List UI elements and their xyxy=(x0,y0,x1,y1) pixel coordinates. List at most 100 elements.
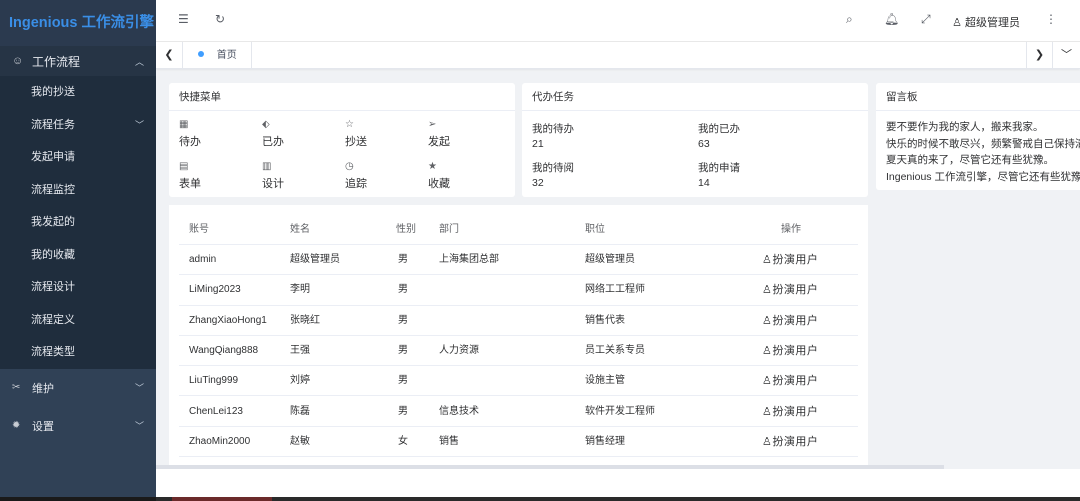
message-line: Ingenious 工作流引擎，尽管它还有些犹豫。 xyxy=(886,170,1080,183)
active-dot-icon xyxy=(198,51,204,58)
quick-menu-card: 快捷菜单 ▦ 待办 ⬖ 已办 ☆ 抄送 ➢ 发起 ▤ 表单 ▥ 设计 ◷ 追踪 xyxy=(169,83,515,197)
quick-item-label: 追踪 xyxy=(345,178,367,190)
menu-workflow[interactable]: ☺ 工作流程 ︿ xyxy=(0,46,156,76)
design-icon: ▥ xyxy=(262,161,272,172)
impersonate-user-button[interactable]: ♙扮演用户 xyxy=(762,306,818,336)
bell-icon[interactable]: 🔔︎ xyxy=(884,12,899,26)
cell-gender: 女 xyxy=(398,435,408,447)
quick-item-track[interactable]: ◷ 追踪 xyxy=(345,161,405,191)
message-board-card: 留言板 要不要作为我的家人，搬来我家。 快乐的时候不敢尽兴，频繁警戒自己保持清醒… xyxy=(876,83,1080,190)
user-icon: ♙ xyxy=(762,344,773,357)
cell-gender: 男 xyxy=(398,314,408,326)
sidebar-item-my-cc[interactable]: 我的抄送 xyxy=(0,76,156,109)
cell-gender: 男 xyxy=(398,254,408,265)
table-row: WangQiang888 王强 男 人力资源 员工关系专员 ♙扮演用户 xyxy=(179,336,858,367)
table-row: ChenLei123 陈磊 男 信息技术 软件开发工程师 ♙扮演用户 xyxy=(179,397,858,427)
table-row: ZhangXiaoHong1 张晓红 男 销售代表 ♙扮演用户 xyxy=(179,306,858,336)
star-outline-icon: ☆ xyxy=(345,119,354,130)
workflow-submenu: 我的抄送 流程任务 ﹀ 发起申请 流程监控 我发起的 我的收藏 流程设计 流程定… xyxy=(0,76,156,369)
scissors-icon: ✂ xyxy=(12,382,21,393)
smile-icon: ☺ xyxy=(12,55,24,67)
impersonate-user-button[interactable]: ♙扮演用户 xyxy=(762,336,818,366)
impersonate-user-label: 扮演用户 xyxy=(772,344,819,357)
impersonate-user-label: 扮演用户 xyxy=(772,375,819,388)
tags-scroll-left-button[interactable]: ❮ xyxy=(156,42,183,69)
top-header: ☰ ↻ ⌕ 🔔︎ ⤢ ♙ 超级管理员 ⋮ xyxy=(156,0,1080,42)
stat-my-done-label[interactable]: 我的已办 xyxy=(698,121,740,136)
impersonate-user-button[interactable]: ♙扮演用户 xyxy=(762,397,818,427)
search-icon[interactable]: ⌕ xyxy=(846,12,853,27)
quick-item-form[interactable]: ▤ 表单 xyxy=(179,161,239,191)
tags-bar: ❮ 首页 ❯ ﹀ xyxy=(156,42,1080,69)
menu-settings-label: 设置 xyxy=(32,420,54,433)
chevron-down-icon: ﹀ xyxy=(134,383,144,393)
tag-icon: ⬖ xyxy=(262,119,270,130)
user-icon: ♙ xyxy=(762,254,773,266)
todo-title: 代办任务 xyxy=(522,83,868,111)
quick-item-done[interactable]: ⬖ 已办 xyxy=(262,119,322,149)
user-menu[interactable]: ♙ 超级管理员 xyxy=(952,14,1020,30)
star-filled-icon: ★ xyxy=(428,161,437,172)
impersonate-user-button[interactable]: ♙扮演用户 xyxy=(762,427,818,457)
cell-name: 李明 xyxy=(290,284,310,296)
bottom-edge-accent xyxy=(172,497,272,501)
cell-position: 超级管理员 xyxy=(585,254,635,265)
quick-item-start[interactable]: ➢ 发起 xyxy=(428,119,488,149)
menu-maintain[interactable]: ✂ 维护 ﹀ xyxy=(0,369,156,407)
stat-my-read-value: 32 xyxy=(532,177,544,189)
sidebar-item-my-favorites[interactable]: 我的收藏 xyxy=(0,239,156,272)
message-line: 夏天真的来了，尽管它还有些犹豫。 xyxy=(886,154,1054,166)
cell-gender: 男 xyxy=(398,344,408,356)
quick-item-design[interactable]: ▥ 设计 xyxy=(262,161,322,191)
more-vertical-icon[interactable]: ⋮ xyxy=(1045,12,1057,26)
sidebar-item-my-initiated[interactable]: 我发起的 xyxy=(0,206,156,239)
impersonate-user-label: 扮演用户 xyxy=(772,405,819,418)
sidebar-item-start-request[interactable]: 发起申请 xyxy=(0,141,156,174)
impersonate-user-button[interactable]: ♙扮演用户 xyxy=(762,245,818,275)
stat-my-todo-label[interactable]: 我的待办 xyxy=(532,121,574,136)
chevron-down-icon: ﹀ xyxy=(134,421,144,431)
tags-scroll-right-button[interactable]: ❯ xyxy=(1026,42,1053,69)
sidebar-item-process-tasks[interactable]: 流程任务 ﹀ xyxy=(0,109,156,142)
quick-item-cc[interactable]: ☆ 抄送 xyxy=(345,119,405,149)
fullscreen-icon[interactable]: ⤢ xyxy=(921,12,931,27)
quick-item-todo[interactable]: ▦ 待办 xyxy=(179,119,239,149)
refresh-icon[interactable]: ↻ xyxy=(215,12,225,26)
form-icon: ▤ xyxy=(179,161,189,172)
cell-dept: 上海集团总部 xyxy=(439,254,499,265)
cell-account: ZhaoMin2000 xyxy=(189,435,251,447)
menu-fold-icon[interactable]: ☰ xyxy=(178,12,189,26)
cell-name: 赵敏 xyxy=(290,435,310,447)
sidebar: Ingenious 工作流引擎 ☺ 工作流程 ︿ 我的抄送 流程任务 ﹀ 发起申… xyxy=(0,0,156,501)
message-board-title: 留言板 xyxy=(876,83,1080,111)
cell-account: LiuTing999 xyxy=(189,375,239,387)
tag-home-label: 首页 xyxy=(216,50,237,61)
stat-my-apply-label[interactable]: 我的申请 xyxy=(698,160,740,175)
user-icon: ♙ xyxy=(952,17,962,29)
menu-workflow-label: 工作流程 xyxy=(32,54,81,69)
sidebar-item-process-definition[interactable]: 流程定义 xyxy=(0,304,156,337)
cell-name: 刘婷 xyxy=(290,375,310,387)
sidebar-item-process-type[interactable]: 流程类型 xyxy=(0,336,156,369)
gear-icon: ✹ xyxy=(12,420,21,431)
tags-dropdown-button[interactable]: ﹀ xyxy=(1053,42,1080,69)
sidebar-bottom-edge xyxy=(0,497,156,501)
cell-name: 陈磊 xyxy=(290,405,310,417)
cell-gender: 男 xyxy=(398,284,408,296)
user-icon: ♙ xyxy=(762,284,773,297)
col-position: 职位 xyxy=(585,224,605,235)
impersonate-user-button[interactable]: ♙扮演用户 xyxy=(762,366,818,396)
sidebar-item-process-design[interactable]: 流程设计 xyxy=(0,271,156,304)
quick-item-label: 表单 xyxy=(179,178,201,190)
menu-settings[interactable]: ✹ 设置 ﹀ xyxy=(0,407,156,445)
col-gender: 性别 xyxy=(396,224,416,235)
quick-item-favorite[interactable]: ★ 收藏 xyxy=(428,161,488,191)
bottom-edge-strip xyxy=(156,497,1080,501)
tag-home[interactable]: 首页 xyxy=(184,42,252,69)
sidebar-item-process-monitor[interactable]: 流程监控 xyxy=(0,174,156,207)
stat-my-read-label[interactable]: 我的待阅 xyxy=(532,160,574,175)
impersonate-user-button[interactable]: ♙扮演用户 xyxy=(762,275,818,305)
quick-item-label: 收藏 xyxy=(428,178,450,190)
cell-position: 销售经理 xyxy=(585,435,625,447)
table-header: 账号 姓名 性别 部门 职位 操作 xyxy=(179,221,858,245)
